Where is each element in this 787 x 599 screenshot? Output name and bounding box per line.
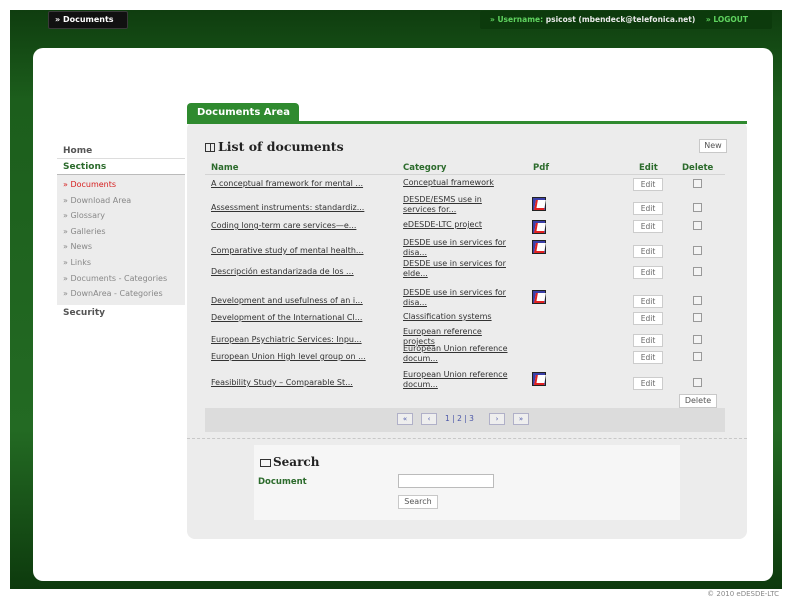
delete-checkbox[interactable]: [693, 352, 702, 361]
documents-area-tab: Documents Area: [187, 103, 299, 123]
delete-checkbox[interactable]: [693, 335, 702, 344]
edit-button[interactable]: Edit: [633, 245, 663, 258]
document-name-link[interactable]: European Union High level group on ...: [211, 352, 366, 361]
column-header-name: Name: [211, 163, 239, 173]
username-value: psicost (mbendeck@telefonica.net): [545, 15, 696, 24]
delete-button[interactable]: Delete: [679, 394, 717, 408]
document-name-link[interactable]: Assessment instruments: standardiz...: [211, 203, 364, 212]
list-title: List of documents: [205, 139, 344, 154]
document-category-link[interactable]: DESDE use in services for elde...: [403, 259, 513, 279]
column-header-pdf: Pdf: [533, 163, 550, 173]
prev-page-button[interactable]: ‹: [421, 413, 437, 425]
column-header-delete: Delete: [682, 163, 714, 173]
sidebar-security[interactable]: Security: [57, 305, 185, 321]
logout-link[interactable]: » LOGOUT: [706, 15, 748, 24]
folder-icon: [260, 459, 271, 467]
document-name-link[interactable]: Comparative study of mental health...: [211, 246, 364, 255]
document-category-link[interactable]: European Union reference docum...: [403, 370, 513, 390]
document-name-link[interactable]: Development of the International Cl...: [211, 313, 362, 322]
delete-checkbox[interactable]: [693, 313, 702, 322]
sidebar-sections-list: » Documents » Download Area » Glossary »…: [57, 175, 185, 305]
edit-button[interactable]: Edit: [633, 220, 663, 233]
sidebar: Home Sections » Documents » Download Are…: [57, 143, 185, 321]
sidebar-item-download-area[interactable]: » Download Area: [57, 193, 185, 209]
document-field-label: Document: [258, 477, 307, 487]
delete-checkbox[interactable]: [693, 203, 702, 212]
sidebar-item-downarea-categories[interactable]: » DownArea - Categories: [57, 286, 185, 302]
sidebar-sections-heading: Sections: [57, 159, 185, 175]
document-category-link[interactable]: eDESDE-LTC project: [403, 220, 513, 230]
sidebar-item-documents[interactable]: » Documents: [57, 177, 185, 193]
search-title: Search: [260, 455, 319, 469]
document-name-link[interactable]: Development and usefulness of an i...: [211, 296, 363, 305]
delete-checkbox[interactable]: [693, 378, 702, 387]
edit-button[interactable]: Edit: [633, 178, 663, 191]
document-category-link[interactable]: European Union reference docum...: [403, 344, 513, 364]
username-label: » Username:: [490, 15, 544, 24]
document-search-input[interactable]: [398, 474, 494, 488]
book-icon: [205, 143, 215, 152]
document-name-link[interactable]: European Psychiatric Services: Inpu...: [211, 335, 362, 344]
section-divider: [187, 438, 747, 439]
sidebar-item-links[interactable]: » Links: [57, 255, 185, 271]
document-category-link[interactable]: Conceptual framework: [403, 178, 513, 188]
next-page-button[interactable]: ›: [489, 413, 505, 425]
column-header-category: Category: [403, 163, 447, 173]
documents-top-tab[interactable]: » Documents: [48, 11, 128, 29]
edit-button[interactable]: Edit: [633, 295, 663, 308]
sidebar-home[interactable]: Home: [57, 143, 185, 159]
edit-button[interactable]: Edit: [633, 351, 663, 364]
area-divider: [187, 121, 747, 124]
document-name-link[interactable]: A conceptual framework for mental ...: [211, 179, 363, 188]
document-category-link[interactable]: Classification systems: [403, 312, 513, 322]
document-name-link[interactable]: Coding long-term care services—e...: [211, 221, 356, 230]
pdf-icon[interactable]: [532, 220, 546, 234]
sidebar-item-documents-categories[interactable]: » Documents - Categories: [57, 271, 185, 287]
delete-checkbox[interactable]: [693, 179, 702, 188]
pdf-icon[interactable]: [532, 197, 546, 211]
page-numbers[interactable]: 1 | 2 | 3: [445, 414, 474, 423]
document-category-link[interactable]: DESDE use in services for disa...: [403, 238, 513, 258]
document-category-link[interactable]: DESDE use in services for disa...: [403, 288, 513, 308]
new-button[interactable]: New: [699, 139, 727, 153]
pdf-icon[interactable]: [532, 290, 546, 304]
document-name-link[interactable]: Feasibility Study – Comparable St...: [211, 378, 353, 387]
delete-checkbox[interactable]: [693, 267, 702, 276]
list-title-text: List of documents: [218, 139, 344, 154]
pagination-bar: « ‹ 1 | 2 | 3 › »: [205, 408, 725, 432]
delete-checkbox[interactable]: [693, 296, 702, 305]
footer-copyright: © 2010 eDESDE-LTC: [707, 590, 779, 598]
delete-checkbox[interactable]: [693, 221, 702, 230]
document-category-link[interactable]: DESDE/ESMS use in services for...: [403, 195, 513, 215]
sidebar-item-galleries[interactable]: » Galleries: [57, 224, 185, 240]
edit-button[interactable]: Edit: [633, 377, 663, 390]
sidebar-item-news[interactable]: » News: [57, 239, 185, 255]
last-page-button[interactable]: »: [513, 413, 529, 425]
header-divider: [205, 174, 725, 175]
sidebar-item-glossary[interactable]: » Glossary: [57, 208, 185, 224]
column-header-edit: Edit: [639, 163, 658, 173]
first-page-button[interactable]: «: [397, 413, 413, 425]
edit-button[interactable]: Edit: [633, 312, 663, 325]
pdf-icon[interactable]: [532, 372, 546, 386]
document-name-link[interactable]: Descripción estandarizada de los ...: [211, 267, 354, 276]
pdf-icon[interactable]: [532, 240, 546, 254]
search-button[interactable]: Search: [398, 495, 438, 509]
edit-button[interactable]: Edit: [633, 334, 663, 347]
user-bar: » Username: psicost (mbendeck@telefonica…: [480, 11, 772, 29]
delete-checkbox[interactable]: [693, 246, 702, 255]
edit-button[interactable]: Edit: [633, 266, 663, 279]
search-title-text: Search: [273, 455, 320, 469]
edit-button[interactable]: Edit: [633, 202, 663, 215]
